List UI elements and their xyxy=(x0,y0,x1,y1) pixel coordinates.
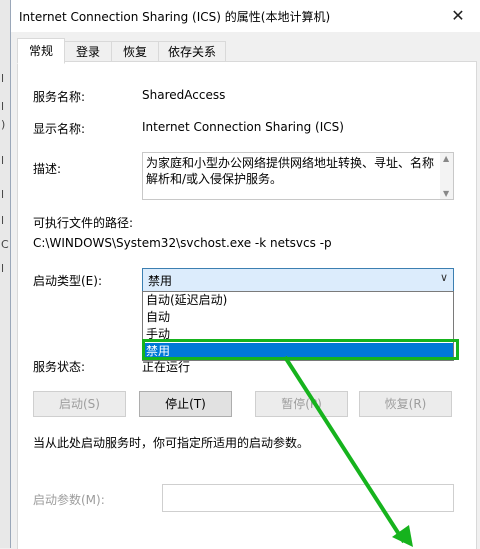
tab-dependencies[interactable]: 依存关系 xyxy=(158,41,226,62)
exec-path-label: 可执行文件的路径: xyxy=(33,216,134,230)
bg-fragment: ) xyxy=(1,118,6,131)
startup-type-select[interactable]: 禁用 ∨ xyxy=(142,268,454,292)
start-params-label: 启动参数(M): xyxy=(33,493,105,507)
service-name-value: SharedAccess xyxy=(142,88,226,102)
bg-fragment: l xyxy=(1,100,5,113)
option-manual[interactable]: 手动 xyxy=(143,326,453,343)
description-text: 为家庭和小型办公网络提供网络地址转换、寻址、名称解析和/或入侵保护服务。 xyxy=(146,156,435,186)
start-button[interactable]: 启动(S) xyxy=(33,391,126,417)
close-icon[interactable]: ✕ xyxy=(441,3,475,29)
pause-button[interactable]: 暂停(P) xyxy=(255,391,348,417)
display-name-label: 显示名称: xyxy=(33,122,86,136)
scroll-down-icon[interactable]: ▼ xyxy=(443,189,449,198)
bg-fragment: l xyxy=(1,72,5,85)
window-title: Internet Connection Sharing (ICS) 的属性(本地… xyxy=(19,10,331,24)
service-status-label: 服务状态: xyxy=(33,360,86,374)
service-name-label: 服务名称: xyxy=(33,90,86,104)
description-scrollbar[interactable]: ▲ ▼ xyxy=(440,153,453,199)
description-field[interactable]: 为家庭和小型办公网络提供网络地址转换、寻址、名称解析和/或入侵保护服务。 ▲ ▼ xyxy=(142,152,454,200)
option-auto-delayed[interactable]: 自动(延迟启动) xyxy=(143,292,453,309)
background-window-edge: l l ) l l l C l xyxy=(0,0,10,548)
bg-fragment: l xyxy=(1,262,5,275)
general-tab-panel: 服务名称: SharedAccess 显示名称: Internet Connec… xyxy=(17,61,477,549)
exec-path-value: C:\WINDOWS\System32\svchost.exe -k netsv… xyxy=(33,236,332,250)
tab-general[interactable]: 常规 xyxy=(17,38,65,64)
bg-fragment: l xyxy=(1,154,5,167)
service-status-value: 正在运行 xyxy=(142,360,191,374)
chevron-down-icon[interactable]: ∨ xyxy=(440,271,448,284)
startup-type-dropdown: 自动(延迟启动) 自动 手动 禁用 xyxy=(142,291,454,361)
stop-button[interactable]: 停止(T) xyxy=(139,391,232,417)
resume-button[interactable]: 恢复(R) xyxy=(359,391,452,417)
properties-dialog: Internet Connection Sharing (ICS) 的属性(本地… xyxy=(10,0,480,549)
description-label: 描述: xyxy=(33,162,62,176)
start-params-input[interactable] xyxy=(162,484,454,512)
bg-fragment: l xyxy=(1,188,5,201)
display-name-value: Internet Connection Sharing (ICS) xyxy=(142,120,344,134)
bg-fragment: C xyxy=(1,238,9,251)
scroll-up-icon[interactable]: ▲ xyxy=(443,154,449,163)
tab-recovery[interactable]: 恢复 xyxy=(111,41,159,62)
option-auto[interactable]: 自动 xyxy=(143,309,453,326)
startup-type-selected: 禁用 xyxy=(148,274,173,288)
start-params-hint: 当从此处启动服务时，你可指定所适用的启动参数。 xyxy=(33,436,310,450)
startup-type-label: 启动类型(E): xyxy=(33,274,102,288)
bg-fragment: l xyxy=(1,214,5,227)
tab-logon[interactable]: 登录 xyxy=(64,41,112,62)
title-bar[interactable]: Internet Connection Sharing (ICS) 的属性(本地… xyxy=(11,0,480,32)
